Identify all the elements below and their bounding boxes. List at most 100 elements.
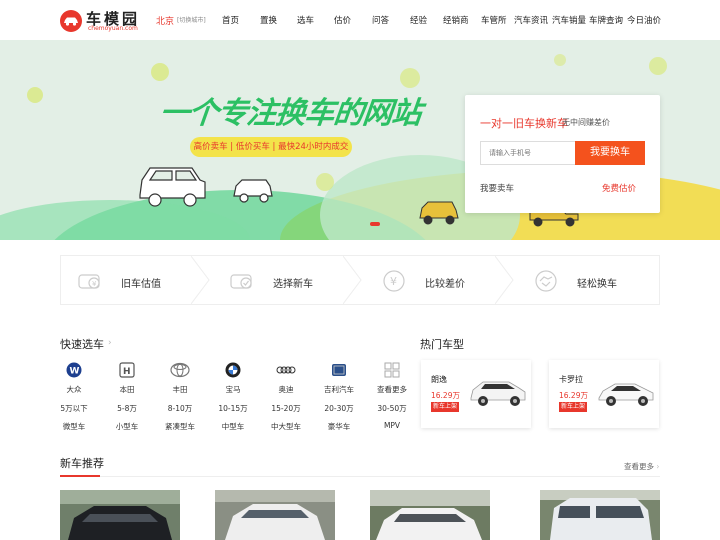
nav-oil-price[interactable]: 今日油价 (627, 14, 661, 26)
nav-vehicle-office[interactable]: 车管所 (481, 14, 507, 26)
car-type-filter[interactable]: 中大型车 (266, 421, 306, 432)
audi-logo-icon (276, 366, 296, 374)
hot-model-card[interactable]: 朗逸 16.29万 新车上架 (421, 360, 531, 428)
bmw-logo-icon (225, 362, 241, 378)
brand-more[interactable]: 查看更多 (372, 362, 412, 395)
step-valuation: ¥ 旧车估值 (61, 256, 211, 304)
section-divider (60, 476, 660, 477)
honda-logo-icon: H (119, 362, 135, 378)
brand-name: 奥迪 (278, 385, 294, 394)
toyota-logo-icon (170, 362, 190, 378)
recommend-car-thumbnail[interactable] (215, 490, 335, 540)
step-divider (495, 256, 514, 304)
white-sedan-image (598, 383, 654, 406)
current-city: 北京 (156, 17, 175, 27)
hero-banner: 一个专注换车的网站 高价卖车 | 低价买车 | 最快24小时内成交 一对一旧车换… (0, 40, 720, 240)
handshake-icon (535, 270, 557, 292)
car-type-filter[interactable]: MPV (372, 421, 412, 430)
step-label: 比较差价 (425, 279, 465, 290)
sell-car-link[interactable]: 我要卖车 (480, 182, 514, 194)
nav-car-news[interactable]: 汽车资讯 (514, 14, 548, 26)
price-range-filter[interactable]: 15-20万 (266, 403, 306, 414)
nav-experience[interactable]: 经验 (410, 14, 427, 26)
logo-domain: chemoyuan.com (88, 25, 138, 32)
brand-bmw[interactable]: 宝马 (213, 362, 253, 395)
view-more-link[interactable]: 查看更多 › (624, 461, 659, 472)
car-check-icon (230, 274, 252, 289)
car-valuation-icon: ¥ (78, 274, 100, 289)
brand-toyota[interactable]: 丰田 (160, 362, 200, 395)
nav-dealers[interactable]: 经销商 (443, 14, 469, 26)
hot-model-card[interactable]: 卡罗拉 16.29万 新车上架 (549, 360, 659, 428)
brand-honda[interactable]: H 本田 (107, 362, 147, 395)
swap-car-button[interactable]: 我要换车 (575, 141, 645, 165)
price-range-filter[interactable]: 20-30万 (319, 403, 359, 414)
price-range-filter[interactable]: 8-10万 (160, 403, 200, 414)
svg-text:¥: ¥ (92, 280, 97, 288)
brand-name: 大众 (66, 385, 82, 394)
white-van-photo (540, 490, 660, 540)
svg-text:W: W (70, 367, 80, 377)
step-label: 选择新车 (273, 279, 313, 290)
recommend-car-thumbnail[interactable] (370, 490, 490, 540)
step-swap: 轻松换车 (517, 256, 661, 304)
phone-input[interactable] (480, 141, 576, 165)
model-name: 朗逸 (431, 375, 447, 384)
new-badge: 新车上架 (559, 402, 588, 412)
price-range-filter[interactable]: 30-50万 (372, 403, 412, 414)
grid-icon (384, 362, 400, 378)
white-suv-image (470, 381, 526, 406)
nav-qa[interactable]: 问答 (372, 14, 389, 26)
logo-car-icon (60, 10, 82, 32)
recommend-car-thumbnail[interactable] (540, 490, 660, 540)
car-type-filter[interactable]: 紧凑型车 (160, 421, 200, 432)
quick-select-title: 快速选车 (60, 338, 104, 351)
step-divider (191, 256, 210, 304)
nav-car-sales[interactable]: 汽车销量 (552, 14, 586, 26)
nav-valuation[interactable]: 估价 (334, 14, 351, 26)
new-badge: 新车上架 (431, 402, 460, 412)
model-name: 卡罗拉 (559, 375, 583, 384)
view-more-label: 查看更多 (624, 462, 654, 471)
recommend-title: 新车推荐 (60, 457, 104, 470)
price-range-filter[interactable]: 10-15万 (213, 403, 253, 414)
swap-form-card: 一对一旧车换新车 无中间赚差价 我要换车 我要卖车 免费估价 (465, 95, 660, 213)
nav-choose-car[interactable]: 选车 (297, 14, 314, 26)
brand-name: 丰田 (172, 385, 188, 394)
chevron-right-icon: › (656, 462, 660, 471)
site-logo[interactable]: 车模园 chemoyuan.com (60, 8, 170, 36)
free-valuation-link[interactable]: 免费估价 (602, 182, 636, 194)
carousel-indicator[interactable] (370, 222, 380, 226)
brand-geely[interactable]: 吉利汽车 (319, 362, 359, 395)
model-price: 16.29万 (431, 391, 460, 400)
nav-replace[interactable]: 置换 (260, 14, 277, 26)
price-range-filter[interactable]: 5-8万 (107, 403, 147, 414)
brand-audi[interactable]: 奥迪 (266, 362, 306, 395)
nav-home[interactable]: 首页 (222, 14, 239, 26)
brand-name: 宝马 (225, 385, 241, 394)
banner-benefits: 高价卖车 | 低价买车 | 最快24小时内成交 (190, 137, 352, 157)
svg-text:H: H (123, 367, 131, 377)
volkswagen-logo-icon: W (66, 362, 82, 378)
process-steps: ¥ 旧车估值 选择新车 ¥ 比较差价 轻松换车 (60, 255, 660, 305)
model-price: 16.29万 (559, 391, 588, 400)
recommend-car-thumbnail[interactable] (60, 490, 180, 540)
chevron-right-icon: › (108, 338, 112, 348)
car-type-filter[interactable]: 豪华车 (319, 421, 359, 432)
switch-city-link[interactable]: [切换城市] (177, 15, 206, 24)
black-sedan-photo (60, 490, 180, 540)
swap-form-subtitle: 无中间赚差价 (562, 118, 610, 127)
car-type-filter[interactable]: 微型车 (54, 421, 94, 432)
step-label: 旧车估值 (121, 279, 161, 290)
hot-models-title: 热门车型 (420, 338, 464, 351)
brand-volkswagen[interactable]: W 大众 (54, 362, 94, 395)
brand-name: 吉利汽车 (324, 385, 354, 394)
nav-plate-lookup[interactable]: 车牌查询 (589, 14, 623, 26)
price-range-filter[interactable]: 5万以下 (54, 403, 94, 414)
yuan-coin-icon: ¥ (383, 270, 405, 292)
brand-name: 查看更多 (377, 385, 407, 394)
step-label: 轻松换车 (577, 279, 617, 290)
swap-form-title: 一对一旧车换新车 (480, 117, 568, 130)
car-type-filter[interactable]: 中型车 (213, 421, 253, 432)
car-type-filter[interactable]: 小型车 (107, 421, 147, 432)
